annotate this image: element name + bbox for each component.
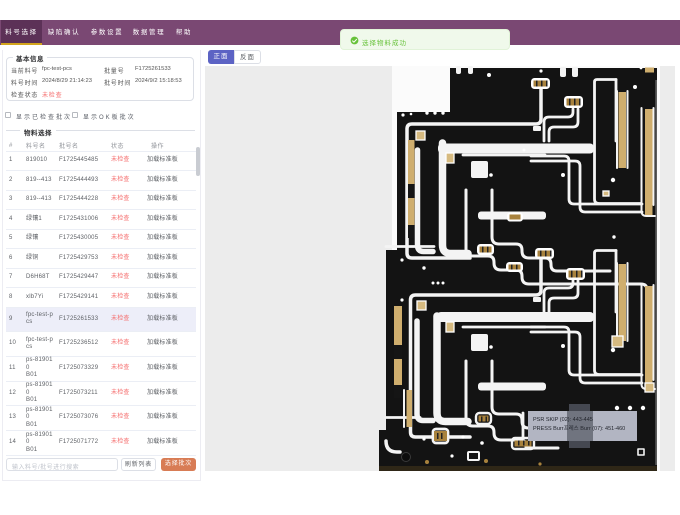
svg-text:PSR SKIP (02): 443-445: PSR SKIP (02): 443-445 <box>533 417 593 423</box>
svg-text:PRESS Burr프레스 Burr (07): 451-4: PRESS Burr프레스 Burr (07): 451-460 <box>533 424 625 432</box>
